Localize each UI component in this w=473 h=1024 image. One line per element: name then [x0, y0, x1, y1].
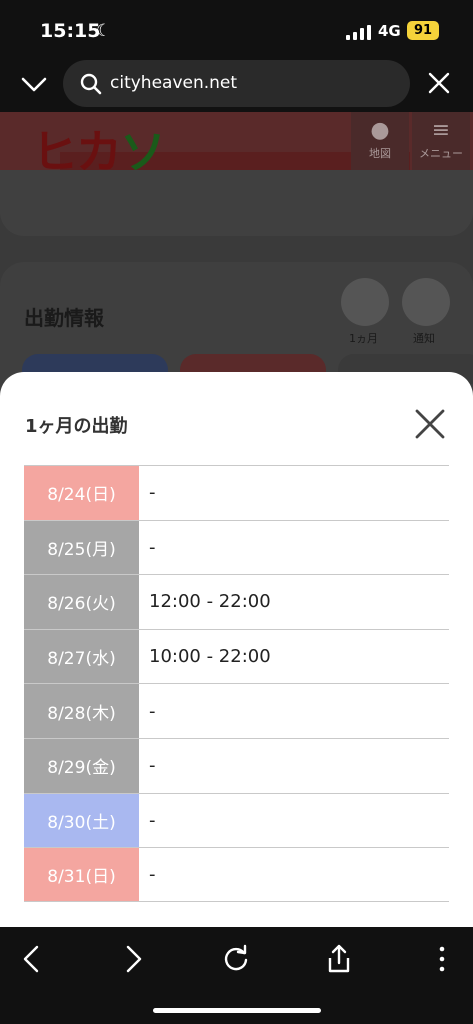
schedule-table: 8/24(日) - 8/25(月) - 8/26(火) 12:00 - 22:0… [24, 465, 449, 902]
schedule-time: 10:00 - 22:00 [149, 646, 271, 668]
schedule-time: - [149, 536, 156, 558]
schedule-time: - [149, 809, 156, 831]
schedule-date: 8/24(日) [24, 466, 139, 520]
schedule-date: 8/30(土) [24, 793, 139, 848]
share-icon[interactable] [323, 943, 355, 975]
back-icon[interactable] [16, 943, 48, 975]
schedule-date: 8/28(木) [24, 684, 139, 738]
notify-button[interactable] [402, 278, 450, 326]
schedule-time: - [149, 482, 156, 504]
schedule-date: 8/31(日) [24, 848, 139, 901]
menu-button[interactable]: ≡ メニュー [412, 112, 470, 170]
schedule-row: 8/31(日) - [24, 847, 449, 902]
search-icon [80, 73, 102, 95]
schedule-date: 8/25(月) [24, 520, 139, 575]
signal-icon [346, 24, 372, 40]
chevron-down-icon[interactable] [20, 70, 48, 98]
map-pin-icon: ● [370, 118, 390, 143]
close-icon[interactable] [414, 408, 446, 440]
schedule-row: 8/30(土) - [24, 792, 449, 848]
section-title: 出勤情報 [24, 306, 104, 330]
calendar-button[interactable] [341, 278, 389, 326]
schedule-row: 8/29(金) - [24, 737, 449, 793]
schedule-row: 8/28(木) - [24, 683, 449, 738]
url-field[interactable]: cityheaven.net [63, 60, 410, 107]
network-type: 4G [378, 22, 401, 40]
map-button[interactable]: ● 地図 [351, 112, 409, 170]
schedule-date: 8/26(火) [24, 575, 139, 629]
status-bar: 15:15 ☾ 4G 91 [0, 0, 473, 60]
forward-icon[interactable] [117, 943, 149, 975]
schedule-row: 8/24(日) - [24, 465, 449, 520]
top-card [0, 170, 473, 236]
month-label: 1ヵ月 [349, 332, 378, 345]
schedule-time: 12:00 - 22:00 [149, 591, 271, 613]
status-time: 15:15 [40, 20, 101, 42]
schedule-row: 8/25(月) - [24, 519, 449, 575]
schedule-row: 8/26(火) 12:00 - 22:00 [24, 574, 449, 629]
modal-title: 1ヶ月の出勤 [25, 416, 128, 437]
schedule-row: 8/27(水) 10:00 - 22:00 [24, 628, 449, 684]
close-icon[interactable] [426, 70, 452, 96]
schedule-date: 8/27(水) [24, 629, 139, 684]
schedule-time: - [149, 700, 156, 722]
reload-icon[interactable] [220, 943, 252, 975]
browser-address-bar: cityheaven.net [0, 60, 473, 112]
home-indicator [153, 1008, 321, 1013]
moon-icon: ☾ [96, 21, 112, 41]
battery-indicator: 91 [407, 21, 439, 40]
more-icon[interactable] [426, 943, 458, 975]
schedule-time: - [149, 755, 156, 777]
hamburger-icon: ≡ [431, 118, 451, 143]
schedule-time: - [149, 863, 156, 885]
schedule-date: 8/29(金) [24, 738, 139, 793]
notify-label: 通知 [413, 332, 435, 345]
url-text: cityheaven.net [110, 73, 238, 93]
monthly-schedule-modal: 1ヶ月の出勤 8/24(日) - 8/25(月) - 8/26(火) 12:00… [0, 372, 473, 928]
